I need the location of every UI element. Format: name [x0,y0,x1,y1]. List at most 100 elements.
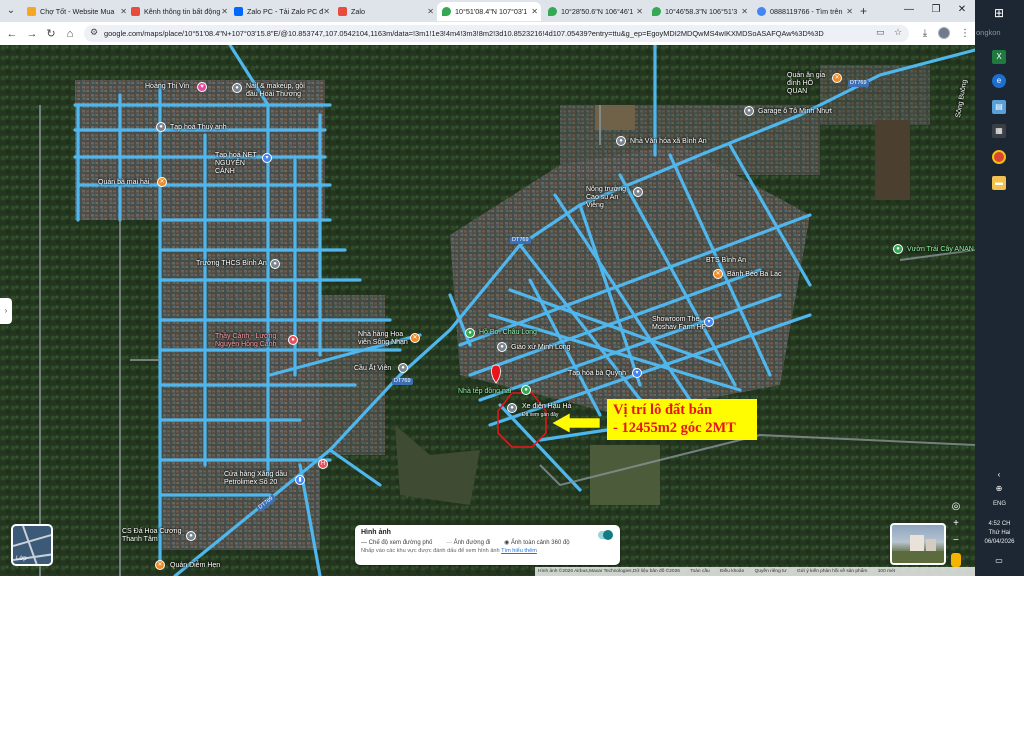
poi-label[interactable]: Xe điện Hậu Hà [522,403,571,411]
my-location-icon[interactable]: ◎ [949,500,963,514]
close-window-button[interactable]: ✕ [951,2,973,18]
poi-restaurant-icon[interactable]: ✕ [157,177,167,187]
download-icon[interactable]: ⤓ [918,26,932,42]
chrome-icon[interactable] [992,150,1006,164]
tab-zalo-pc[interactable]: Zalo PC - Tải Zalo PC đ ✕ [229,2,333,21]
satellite-map[interactable]: ♥ Hoàng Thị Vin ● Nail & makeup, gội đầu… [0,45,975,576]
tab-maps-active[interactable]: 10°51'08.4"N 107°03'1 ✕ [437,2,541,21]
close-tab-icon[interactable]: ✕ [846,2,853,21]
app-icon[interactable]: ▤ [992,100,1006,114]
poi-pin-icon[interactable]: ● [521,385,531,395]
reload-icon[interactable]: ↻ [43,26,59,42]
poi-hospital-icon[interactable]: H [318,459,328,469]
menu-icon[interactable]: ⋮ [958,26,972,42]
input-language[interactable]: ENG [975,500,1024,508]
terms-link[interactable]: Điều khoản [720,569,744,574]
tab-maps-3[interactable]: 10°46'58.3"N 106°51'3 ✕ [647,2,751,21]
forward-icon[interactable]: → [24,26,40,42]
poi-school-icon[interactable]: ● [270,259,280,269]
poi-label[interactable]: Thầy Cảnh - Lương Nguyễn Hồng Cảnh [215,333,287,349]
windows-start-icon[interactable]: ⊞ [992,6,1006,20]
close-tab-icon[interactable]: ✕ [323,2,330,21]
url-input[interactable] [104,26,864,41]
poi-restaurant-icon[interactable]: ✕ [713,269,723,279]
zoom-in-button[interactable]: + [949,517,963,531]
poi-label[interactable]: Giáo xứ Minh Long [511,344,571,352]
poi-pin-icon[interactable]: ● [507,403,517,413]
poi-pin-icon[interactable]: ● [156,122,166,132]
layers-button[interactable]: Lớp [11,524,53,566]
poi-pin-icon[interactable]: ● [186,531,196,541]
show-hidden-icons-chevron[interactable]: ‹ [992,468,1006,482]
back-icon[interactable]: ← [4,26,20,42]
street-view-thumbnail[interactable] [890,523,946,565]
pegman-icon[interactable] [951,553,961,567]
poi-pin-icon[interactable]: ● [288,335,298,345]
restore-button[interactable]: ❐ [925,2,947,18]
poi-garden-icon[interactable]: ● [893,244,903,254]
poi-label[interactable]: Nông trường Cao su An Viễng [586,186,634,210]
site-info-icon[interactable]: ⚙ [90,27,98,38]
poi-label[interactable]: Nhà Văn hóa xã Bình An [630,138,707,146]
poi-label[interactable]: Tạp hoá Thuỳ anh [170,124,227,132]
poi-label[interactable]: Nail & makeup, gội đầu Hoài Thương [246,83,316,99]
poi-pin-icon[interactable]: ● [616,136,626,146]
home-icon[interactable]: ⌂ [62,26,78,42]
excel-icon[interactable]: X [992,50,1006,64]
poi-label[interactable]: Vườn Trái Cây ANAN [907,246,974,254]
zoom-out-button[interactable]: − [949,534,963,548]
tab-search-icon[interactable]: ⌄ [2,3,20,19]
profile-avatar[interactable] [938,27,950,39]
poi-pin-icon[interactable]: ● [633,187,643,197]
address-bar[interactable]: ⚙ ▭ ☆ [84,25,909,42]
poi-restaurant-icon[interactable]: ✕ [155,560,165,570]
poi-label[interactable]: BTS Bình An [706,257,746,265]
poi-label[interactable]: Cửa hàng Xăng dầu Petrolimex Số 20 [224,471,296,487]
tab-kenh-thong-tin[interactable]: Kênh thông tin bất động ✕ [126,2,231,21]
file-explorer-icon[interactable]: ▬ [992,176,1006,190]
bookmark-star-icon[interactable]: ☆ [894,27,902,38]
poi-pin-icon[interactable]: ● [744,106,754,116]
poi-label[interactable]: Hoàng Thị Vin [145,83,189,91]
learn-more-link[interactable]: Tìm hiểu thêm [501,548,537,554]
poi-label[interactable]: Tạp hóa bà Quỳnh [568,370,626,378]
poi-shop-icon[interactable]: ▾ [262,153,272,163]
poi-gas-station-icon[interactable]: ▮ [295,475,305,485]
minimize-button[interactable]: — [898,2,920,18]
poi-restaurant-icon[interactable]: ✕ [410,333,420,343]
imagery-toggle[interactable] [598,530,613,540]
network-icon[interactable]: ⊕ [992,482,1006,496]
poi-label[interactable]: CS Đá Hoa Cương Thanh Tâm [122,528,187,544]
feedback-link[interactable]: Gửi ý kiến phản hồi về sản phẩm [797,569,867,574]
poi-label[interactable]: Trường THCS Bình An [196,260,267,268]
install-app-icon[interactable]: ▭ [876,27,885,38]
poi-label[interactable]: Nhà tếp đồng nai [458,388,511,396]
poi-label[interactable]: Showroom The Moshav Farm HF [652,316,708,332]
clock-weekday[interactable]: Thứ Hai [975,529,1024,537]
poi-label[interactable]: Nhà hàng Hoa viên Sông Nhạn [358,331,410,347]
poi-church-icon[interactable]: ● [497,342,507,352]
poi-label[interactable]: Quán ăn gia đình HỒ QUAN [787,72,833,96]
poi-label[interactable]: Bánh Bèo Ba Lạc [727,271,782,279]
poi-label[interactable]: Tạp hoá NET NGUYỄN CẢNH [215,152,263,176]
tab-cho-tot[interactable]: Chợ Tốt - Website Mua ✕ [22,2,130,21]
poi-label[interactable]: Quán Diễm Hẹn [170,562,220,570]
close-tab-icon[interactable]: ✕ [636,2,643,21]
poi-label[interactable]: Hồ Bơi Châu Long [479,329,537,337]
poi-restaurant-icon[interactable]: ✕ [832,73,842,83]
poi-label[interactable]: Cầu Ất Viên [354,365,391,373]
poi-shop-icon[interactable]: ▾ [632,368,642,378]
poi-pin-icon[interactable]: ● [398,363,408,373]
new-tab-button[interactable]: + [860,3,867,19]
poi-shop-icon[interactable]: ▾ [704,317,714,327]
poi-label[interactable]: Garage ô Tô Minh Nhựt [758,108,832,116]
poi-shop-icon[interactable]: ♥ [197,82,207,92]
close-tab-icon[interactable]: ✕ [741,2,748,21]
notification-icon[interactable]: ▭ [992,554,1006,568]
tab-google-search[interactable]: 0888119766 - Tìm trên ✕ [752,2,856,21]
clock-time[interactable]: 4:52 CH [975,520,1024,528]
edge-icon[interactable]: e [992,74,1006,88]
tab-zalo[interactable]: Zalo ✕ [333,2,437,21]
poi-pin-icon[interactable]: ● [232,83,242,93]
scale-bar[interactable]: 100 mét [878,569,895,574]
